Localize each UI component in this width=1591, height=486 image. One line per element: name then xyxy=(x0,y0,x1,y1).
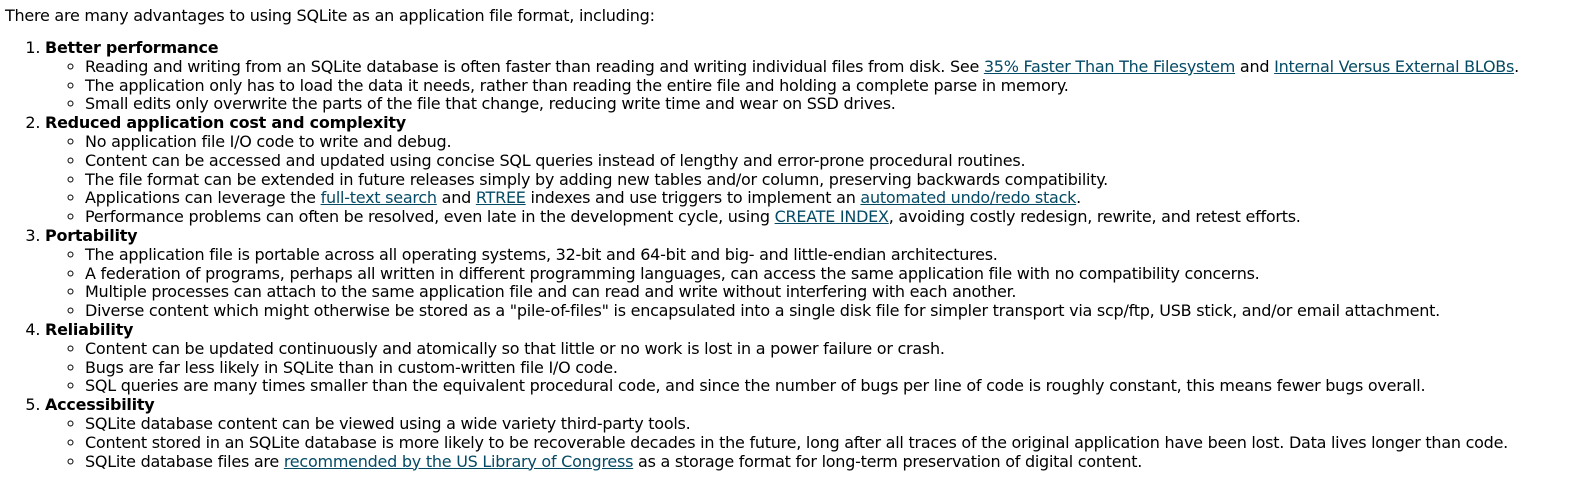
list-item: The file format can be extended in futur… xyxy=(85,169,1591,190)
list-item: Small edits only overwrite the parts of … xyxy=(85,94,1591,114)
item-text: The file format can be extended in futur… xyxy=(85,169,1108,189)
inline-link[interactable]: 35% Faster Than The Filesystem xyxy=(984,57,1235,76)
advantage-section: ReliabilityContent can be updated contin… xyxy=(45,319,1591,396)
inline-link[interactable]: automated undo/redo stack xyxy=(860,188,1076,207)
advantage-section: AccessibilitySQLite database content can… xyxy=(45,395,1591,472)
item-text: Small edits only overwrite the parts of … xyxy=(85,94,896,114)
document-page: There are many advantages to using SQLit… xyxy=(0,0,1591,471)
list-item: Content can be accessed and updated usin… xyxy=(85,150,1591,171)
item-text: SQL queries are many times smaller than … xyxy=(85,376,1426,396)
item-text: Multiple processes can attach to the sam… xyxy=(85,282,1017,302)
item-text: The application only has to load the dat… xyxy=(85,75,1069,95)
list-item: SQL queries are many times smaller than … xyxy=(85,376,1591,396)
list-item: Applications can leverage the full-text … xyxy=(85,188,1591,208)
item-text: Bugs are far less likely in SQLite than … xyxy=(85,357,618,377)
item-text: , avoiding costly redesign, rewrite, and… xyxy=(888,207,1301,227)
list-item: Performance problems can often be resolv… xyxy=(85,207,1591,227)
item-text: . xyxy=(1514,56,1519,76)
item-text: Performance problems can often be resolv… xyxy=(85,207,775,227)
item-text: SQLite database content can be viewed us… xyxy=(85,413,691,433)
list-item: The application only has to load the dat… xyxy=(85,75,1591,96)
section-items: Reading and writing from an SQLite datab… xyxy=(45,56,1591,114)
list-item: Bugs are far less likely in SQLite than … xyxy=(85,357,1591,378)
list-item: Content stored in an SQLite database is … xyxy=(85,432,1591,453)
item-text: and xyxy=(436,188,476,208)
inline-link[interactable]: Internal Versus External BLOBs xyxy=(1274,57,1514,76)
inline-link[interactable]: full-text search xyxy=(321,188,438,207)
intro-paragraph: There are many advantages to using SQLit… xyxy=(5,6,655,25)
item-text: Content can be updated continuously and … xyxy=(85,338,945,358)
inline-link[interactable]: recommended by the US Library of Congres… xyxy=(284,452,634,471)
list-item: Multiple processes can attach to the sam… xyxy=(85,282,1591,302)
inline-link[interactable]: RTREE xyxy=(476,188,526,207)
list-item: Reading and writing from an SQLite datab… xyxy=(85,56,1591,77)
item-text: as a storage format for long-term preser… xyxy=(633,451,1143,471)
list-item: Diverse content which might otherwise be… xyxy=(85,301,1591,321)
item-text: Applications can leverage the xyxy=(85,188,321,208)
section-title: Portability xyxy=(45,225,138,245)
section-title: Reduced application cost and complexity xyxy=(45,113,406,133)
advantage-section: Reduced application cost and complexityN… xyxy=(45,113,1591,227)
list-item: A federation of programs, perhaps all wr… xyxy=(85,263,1591,284)
section-items: The application file is portable across … xyxy=(45,244,1591,321)
item-text: The application file is portable across … xyxy=(85,244,998,264)
list-item: SQLite database files are recommended by… xyxy=(85,451,1591,472)
item-text: Reading and writing from an SQLite datab… xyxy=(85,56,984,76)
section-title: Reliability xyxy=(45,319,134,339)
advantages-list: Better performanceReading and writing fr… xyxy=(5,38,1591,472)
list-item: SQLite database content can be viewed us… xyxy=(85,413,1591,434)
item-text: . xyxy=(1076,188,1081,208)
item-text: No application file I/O code to write an… xyxy=(85,131,452,151)
item-text: A federation of programs, perhaps all wr… xyxy=(85,263,1260,283)
item-text: SQLite database files are xyxy=(85,451,284,471)
inline-link[interactable]: CREATE INDEX xyxy=(775,207,889,226)
section-items: SQLite database content can be viewed us… xyxy=(45,413,1591,472)
section-title: Better performance xyxy=(45,38,219,57)
item-text: Diverse content which might otherwise be… xyxy=(85,301,1440,321)
advantage-section: Better performanceReading and writing fr… xyxy=(45,38,1591,114)
item-text: Content stored in an SQLite database is … xyxy=(85,432,1509,452)
item-text: indexes and use triggers to implement an xyxy=(525,188,861,208)
section-items: Content can be updated continuously and … xyxy=(45,338,1591,396)
item-text: and xyxy=(1235,56,1275,76)
advantage-section: PortabilityThe application file is porta… xyxy=(45,225,1591,321)
list-item: Content can be updated continuously and … xyxy=(85,338,1591,359)
item-text: Content can be accessed and updated usin… xyxy=(85,150,1026,170)
section-items: No application file I/O code to write an… xyxy=(45,131,1591,227)
list-item: The application file is portable across … xyxy=(85,244,1591,265)
section-title: Accessibility xyxy=(45,395,155,415)
list-item: No application file I/O code to write an… xyxy=(85,131,1591,152)
